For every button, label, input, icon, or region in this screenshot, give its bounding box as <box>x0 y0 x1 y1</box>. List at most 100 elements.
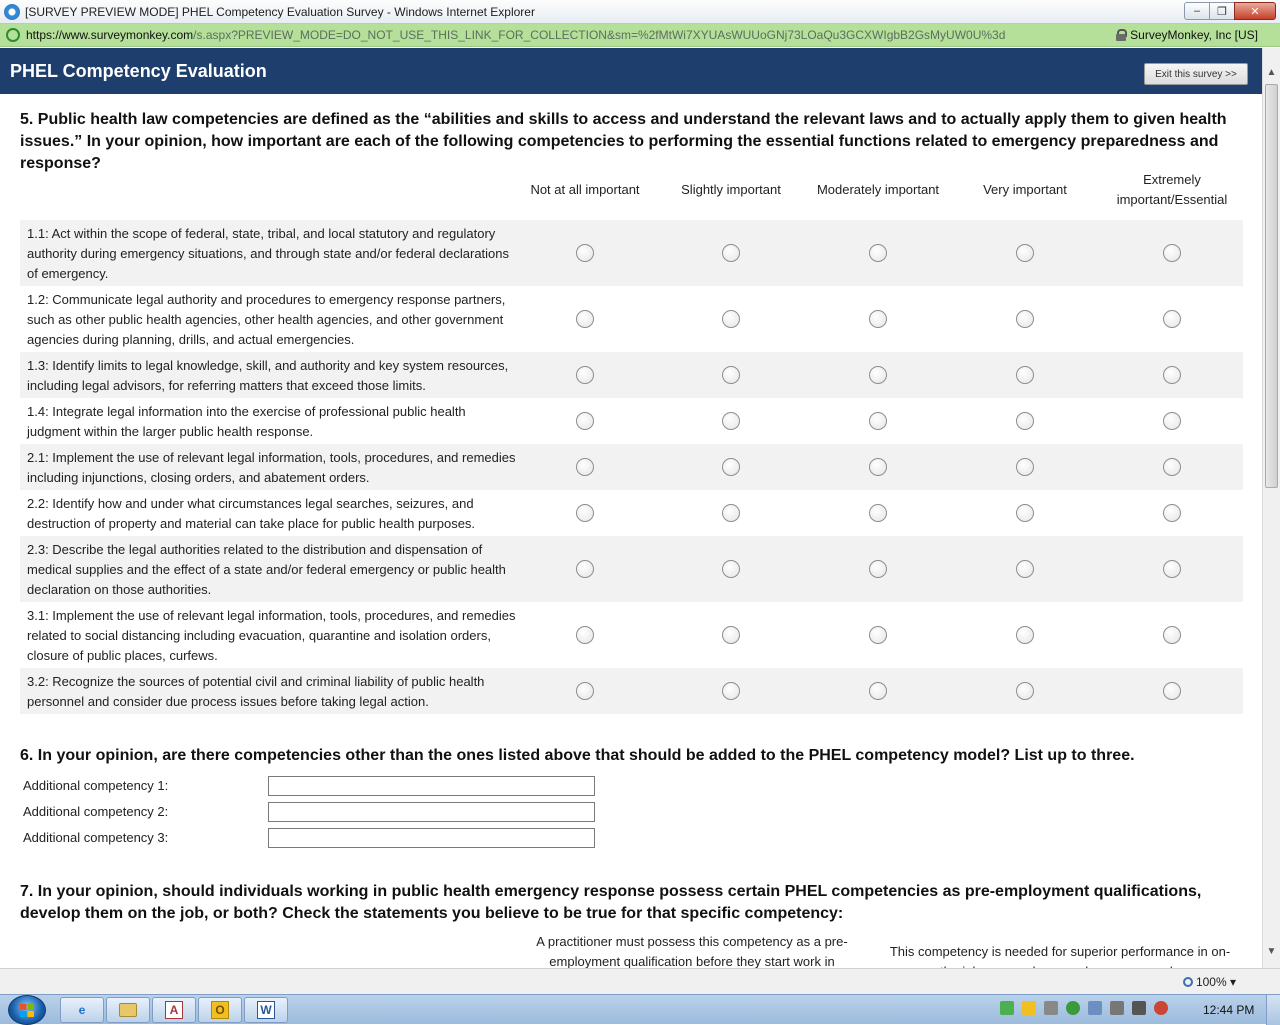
radio-option-4[interactable] <box>1016 626 1034 644</box>
taskbar-clock[interactable]: 12:44 PM <box>1203 1003 1254 1017</box>
tray-network-icon[interactable] <box>1132 1001 1146 1015</box>
zoom-control[interactable]: 100% ▾ <box>1182 975 1236 989</box>
radio-option-5[interactable] <box>1163 458 1181 476</box>
url-path: /s.aspx?PREVIEW_MODE=DO_NOT_USE_THIS_LIN… <box>193 28 1006 42</box>
tray-volume-muted-icon[interactable] <box>1154 1001 1168 1015</box>
taskbar-outlook[interactable]: O <box>198 997 242 1023</box>
radio-option-5[interactable] <box>1163 682 1181 700</box>
radio-option-1[interactable] <box>576 244 594 262</box>
radio-option-4[interactable] <box>1016 458 1034 476</box>
taskbar-access[interactable]: A <box>152 997 196 1023</box>
url-field[interactable]: https://www.surveymonkey.com/s.aspx?PREV… <box>26 28 1106 42</box>
minimize-button[interactable]: – <box>1184 2 1210 20</box>
radio-option-2[interactable] <box>722 458 740 476</box>
matrix-row-label: 1.4: Integrate legal information into th… <box>27 404 466 439</box>
additional-competency-2-input[interactable] <box>268 802 595 822</box>
taskbar-word[interactable]: W <box>244 997 288 1023</box>
tray-outlook-icon[interactable] <box>1022 1001 1036 1015</box>
question-7-column-on-the-job: This competency is needed for superior p… <box>889 944 1231 968</box>
question-6-title: 6. In your opinion, are there competenci… <box>20 747 1135 764</box>
additional-competency-1-label: Additional competency 1: <box>23 778 169 793</box>
radio-option-3[interactable] <box>869 504 887 522</box>
show-desktop-button[interactable] <box>1266 995 1280 1025</box>
column-header-4: Very important <box>983 182 1067 197</box>
radio-option-5[interactable] <box>1163 626 1181 644</box>
tray-tools-icon[interactable] <box>1088 1001 1102 1015</box>
window-title: [SURVEY PREVIEW MODE] PHEL Competency Ev… <box>25 4 535 19</box>
radio-option-4[interactable] <box>1016 366 1034 384</box>
radio-option-2[interactable] <box>722 412 740 430</box>
matrix-row-label: 3.1: Implement the use of relevant legal… <box>27 608 516 663</box>
vertical-scrollbar[interactable]: ▲ ▼ <box>1262 48 1280 968</box>
taskbar-file-explorer[interactable] <box>106 997 150 1023</box>
start-button[interactable] <box>8 995 46 1025</box>
radio-option-5[interactable] <box>1163 412 1181 430</box>
scroll-up-icon[interactable]: ▲ <box>1263 64 1280 81</box>
radio-option-1[interactable] <box>576 560 594 578</box>
word-icon: W <box>257 1001 275 1019</box>
radio-option-1[interactable] <box>576 682 594 700</box>
radio-option-1[interactable] <box>576 310 594 328</box>
matrix-row: 2.3: Describe the legal authorities rela… <box>20 536 1243 602</box>
restore-button[interactable]: ❐ <box>1209 2 1235 20</box>
radio-option-3[interactable] <box>869 244 887 262</box>
matrix-row-label: 2.1: Implement the use of relevant legal… <box>27 450 516 485</box>
radio-option-3[interactable] <box>869 310 887 328</box>
tray-shield-icon[interactable] <box>1066 1001 1080 1015</box>
certificate-label[interactable]: SurveyMonkey, Inc [US] <box>1130 28 1258 42</box>
scroll-down-icon[interactable]: ▼ <box>1263 943 1280 960</box>
close-button[interactable]: ✕ <box>1234 2 1276 20</box>
radio-option-2[interactable] <box>722 682 740 700</box>
radio-option-4[interactable] <box>1016 560 1034 578</box>
matrix-row: 1.4: Integrate legal information into th… <box>20 398 1243 444</box>
radio-option-3[interactable] <box>869 366 887 384</box>
radio-option-3[interactable] <box>869 412 887 430</box>
radio-option-3[interactable] <box>869 626 887 644</box>
radio-option-4[interactable] <box>1016 682 1034 700</box>
tray-device-icon[interactable] <box>1110 1001 1124 1015</box>
radio-option-3[interactable] <box>869 560 887 578</box>
radio-option-3[interactable] <box>869 458 887 476</box>
additional-competency-3-input[interactable] <box>268 828 595 848</box>
radio-option-4[interactable] <box>1016 310 1034 328</box>
matrix-row: 1.2: Communicate legal authority and pro… <box>20 286 1243 352</box>
additional-competency-1-input[interactable] <box>268 776 595 796</box>
radio-option-1[interactable] <box>576 504 594 522</box>
radio-option-4[interactable] <box>1016 504 1034 522</box>
radio-option-3[interactable] <box>869 682 887 700</box>
taskbar-internet-explorer[interactable]: e <box>60 997 104 1023</box>
lock-icon[interactable] <box>1116 29 1127 41</box>
radio-option-5[interactable] <box>1163 560 1181 578</box>
radio-option-4[interactable] <box>1016 412 1034 430</box>
exit-survey-button[interactable]: Exit this survey >> <box>1144 63 1248 85</box>
radio-option-4[interactable] <box>1016 244 1034 262</box>
address-bar[interactable]: https://www.surveymonkey.com/s.aspx?PREV… <box>0 24 1280 47</box>
radio-option-5[interactable] <box>1163 310 1181 328</box>
scroll-thumb[interactable] <box>1265 84 1278 488</box>
zoom-icon <box>1182 977 1193 987</box>
radio-option-2[interactable] <box>722 310 740 328</box>
matrix-row-label: 2.3: Describe the legal authorities rela… <box>27 542 506 597</box>
question-7-column-pre-employment: A practitioner must possess this compete… <box>536 934 848 968</box>
outlook-icon: O <box>211 1001 229 1019</box>
radio-option-2[interactable] <box>722 626 740 644</box>
column-header-3: Moderately important <box>816 182 940 197</box>
radio-option-1[interactable] <box>576 458 594 476</box>
system-tray <box>1000 1001 1168 1019</box>
radio-option-5[interactable] <box>1163 366 1181 384</box>
matrix-row: 3.1: Implement the use of relevant legal… <box>20 602 1243 668</box>
tray-lock-icon[interactable] <box>1044 1001 1058 1015</box>
radio-option-1[interactable] <box>576 626 594 644</box>
radio-option-5[interactable] <box>1163 244 1181 262</box>
radio-option-2[interactable] <box>722 560 740 578</box>
radio-option-5[interactable] <box>1163 504 1181 522</box>
survey-content: 5. Public health law competencies are de… <box>0 94 1262 968</box>
radio-option-2[interactable] <box>722 244 740 262</box>
radio-option-1[interactable] <box>576 412 594 430</box>
radio-option-2[interactable] <box>722 366 740 384</box>
radio-option-2[interactable] <box>722 504 740 522</box>
window-titlebar: [SURVEY PREVIEW MODE] PHEL Competency Ev… <box>0 0 1280 24</box>
matrix-row: 2.2: Identify how and under what circums… <box>20 490 1243 536</box>
radio-option-1[interactable] <box>576 366 594 384</box>
tray-plus-icon[interactable] <box>1000 1001 1014 1015</box>
